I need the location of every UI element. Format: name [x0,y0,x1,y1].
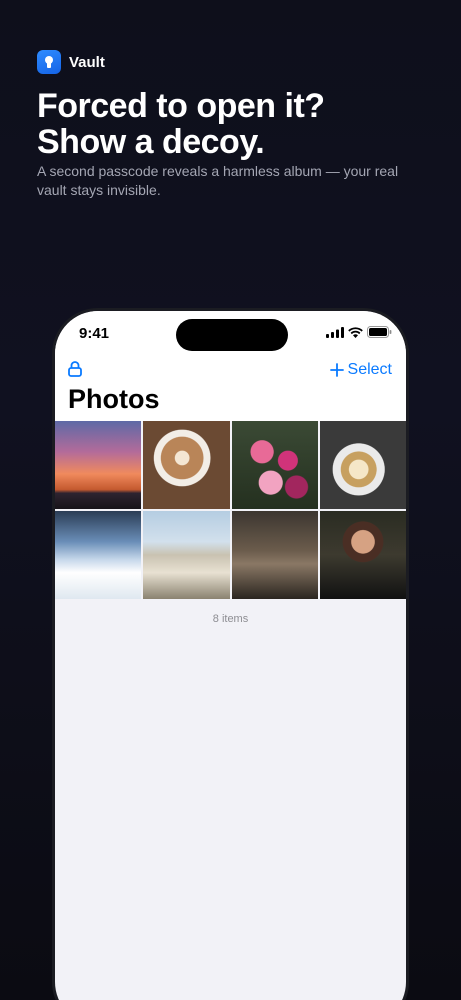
album-header: 9:41 Select Photos [55,311,406,421]
photo-salad[interactable] [319,421,406,509]
signal-icon [326,326,344,338]
headline: Forced to open it? Show a decoy. [37,88,325,160]
photo-flowers[interactable] [231,421,318,509]
select-button[interactable]: Select [329,361,392,379]
wifi-icon [348,326,363,338]
item-count: 8 items [212,613,249,625]
keyhole-icon [37,50,61,74]
status-icons [326,326,392,338]
brand: Vault [37,50,105,74]
phone-screen: 9:41 Select Photos 8 items [55,311,406,1000]
headline-line-1: Forced to open it? [37,87,325,125]
album-title: Photos [68,384,160,414]
photo-sunset[interactable] [55,421,142,509]
status-time: 9:41 [79,325,110,342]
photo-desk[interactable] [231,511,318,599]
headline-line-2: Show a decoy. [37,123,265,161]
photo-airplane-window[interactable] [55,511,142,599]
photo-hillside-town[interactable] [143,511,230,599]
brand-name: Vault [69,53,105,71]
subtitle: A second passcode reveals a harmless alb… [37,163,399,198]
lock-icon[interactable] [68,361,82,382]
photo-portrait[interactable] [319,511,406,599]
select-label: Select [347,361,392,378]
phone-mockup: 9:41 Select Photos 8 items [52,308,409,1000]
photo-latte[interactable] [143,421,230,509]
photo-grid [55,421,406,599]
battery-icon [367,326,392,338]
dynamic-island [176,319,288,351]
plus-icon [329,363,344,377]
